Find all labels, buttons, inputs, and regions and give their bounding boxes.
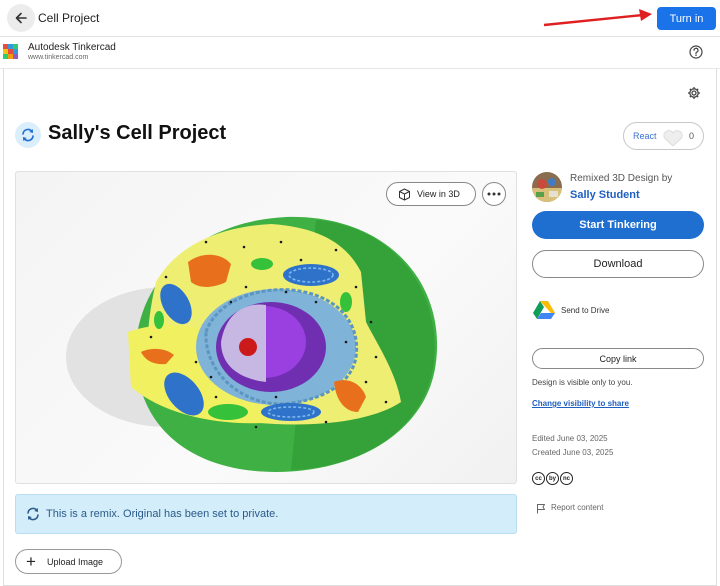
app-bar: Autodesk Tinkercad www.tinkercad.com	[0, 37, 720, 69]
copy-link-button[interactable]: Copy link	[532, 348, 704, 369]
visibility-note: Design is visible only to you.	[532, 378, 633, 387]
author-link[interactable]: Sally Student	[570, 189, 640, 201]
annotation-arrow	[543, 9, 652, 27]
view-in-3d-label: View in 3D	[417, 189, 460, 199]
cube-icon	[399, 188, 410, 201]
start-tinkering-button[interactable]: Start Tinkering	[532, 211, 704, 239]
arrow-left-icon	[15, 12, 27, 24]
more-horizontal-icon	[487, 192, 501, 196]
edited-date: Edited June 03, 2025	[532, 434, 608, 443]
app-name: Autodesk Tinkercad	[28, 42, 116, 53]
plus-icon: +	[26, 552, 36, 571]
remixed-by-label: Remixed 3D Design by	[570, 173, 673, 184]
avatar[interactable]	[532, 172, 562, 202]
by-icon: by	[546, 472, 559, 485]
react-label: React	[633, 131, 657, 141]
report-content-label: Report content	[551, 503, 604, 512]
download-button[interactable]: Download	[532, 250, 704, 278]
design-preview[interactable]	[15, 171, 517, 484]
assignment-title: Cell Project	[38, 11, 100, 25]
top-bar: Cell Project Turn in	[0, 0, 720, 37]
remix-icon	[27, 507, 39, 521]
send-to-drive-label[interactable]: Send to Drive	[561, 306, 609, 315]
react-button[interactable]: React 0	[623, 122, 704, 150]
created-date: Created June 03, 2025	[532, 448, 614, 457]
cell-model-image	[66, 216, 438, 472]
heart-icon	[663, 130, 683, 147]
page-title: Sally's Cell Project	[48, 122, 227, 144]
upload-image-label: Upload Image	[47, 557, 104, 567]
view-in-3d-button[interactable]: View in 3D	[386, 182, 476, 206]
change-visibility-link[interactable]: Change visibility to share	[532, 399, 629, 408]
gear-icon[interactable]	[687, 86, 701, 100]
more-options-button[interactable]	[482, 182, 506, 206]
google-drive-icon[interactable]	[533, 300, 555, 320]
remix-notice-banner: This is a remix. Original has been set t…	[15, 494, 517, 534]
license-icons[interactable]: cc by nc	[532, 472, 573, 485]
turn-in-button[interactable]: Turn in	[657, 7, 716, 30]
remix-icon	[15, 122, 41, 148]
upload-image-button[interactable]: + Upload Image	[15, 549, 122, 574]
cc-icon: cc	[532, 472, 545, 485]
remix-notice-text: This is a remix. Original has been set t…	[46, 508, 279, 520]
flag-icon	[537, 504, 545, 514]
nc-icon: nc	[560, 472, 573, 485]
back-button[interactable]	[7, 4, 35, 32]
tinkercad-logo	[3, 44, 18, 59]
question-circle-icon[interactable]	[689, 45, 703, 59]
react-count: 0	[689, 131, 695, 141]
app-url: www.tinkercad.com	[28, 54, 89, 61]
